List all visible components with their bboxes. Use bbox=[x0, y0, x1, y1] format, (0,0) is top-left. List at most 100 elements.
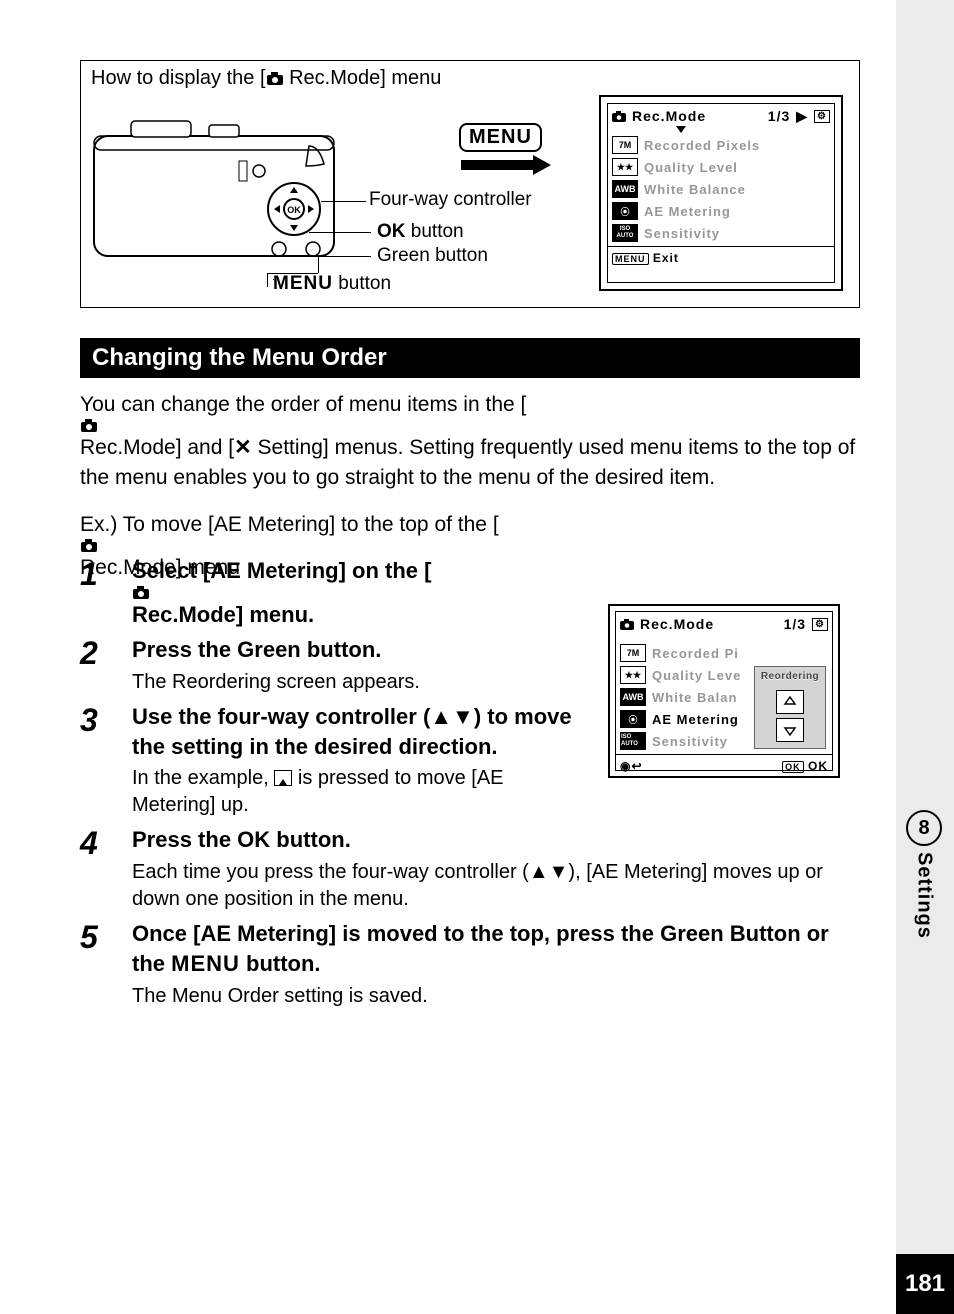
arrow-right-icon bbox=[461, 153, 551, 177]
lcd-item-icon: ★★ bbox=[612, 158, 638, 176]
reorder-popup-title: Reordering bbox=[757, 669, 823, 686]
example-text: Ex.) To move [AE Metering] to the top of… bbox=[80, 513, 499, 536]
lcd-item-label: Quality Leve bbox=[652, 668, 741, 683]
page-number: 181 bbox=[896, 1254, 954, 1314]
green-button-icon: ◉↩ bbox=[620, 759, 643, 773]
svg-text:OK: OK bbox=[287, 205, 301, 215]
pointer-line bbox=[309, 232, 371, 233]
lcd-page-indicator: 1/3 bbox=[784, 616, 806, 632]
lcd-header: Rec.Mode 1/3 ▶ ⚙ bbox=[608, 104, 834, 128]
camera-icon bbox=[132, 586, 860, 600]
lcd-item-label: Recorded Pixels bbox=[644, 138, 760, 153]
pointer-line bbox=[267, 273, 318, 274]
camera-icon bbox=[80, 419, 860, 433]
lcd-item-icon: ★★ bbox=[620, 666, 646, 684]
step-heading: Press the Green button. bbox=[132, 635, 592, 665]
chapter-tab: 8 Settings bbox=[906, 810, 942, 939]
lcd-item-label: Sensitivity bbox=[652, 734, 728, 749]
camera-icon bbox=[612, 111, 626, 122]
howto-title-suffix: Rec.Mode] menu bbox=[284, 67, 442, 89]
step-number: 4 bbox=[80, 825, 132, 913]
lcd-title: Rec.Mode bbox=[640, 616, 714, 632]
howto-box: How to display the [ Rec.Mode] menu OK bbox=[80, 60, 860, 308]
lcd-body: 7MRecorded Pixels ★★Quality Level AWBWhi… bbox=[608, 128, 834, 246]
step-note: The Menu Order setting is saved. bbox=[132, 983, 860, 1010]
intro-text: Rec.Mode] and [ bbox=[80, 436, 234, 459]
lcd-item-icon: ⦿ bbox=[620, 710, 646, 728]
up-key-icon bbox=[274, 770, 292, 786]
step-note-text: In the example, bbox=[132, 767, 274, 789]
step-number: 5 bbox=[80, 919, 132, 1009]
lcd-header: Rec.Mode 1/3 ⚙ bbox=[616, 612, 832, 636]
menu-button-suffix: button bbox=[333, 273, 391, 294]
label-menu-button: MENU button bbox=[273, 273, 391, 295]
menu-badge: MENU bbox=[459, 123, 542, 152]
step-note: The Reordering screen appears. bbox=[132, 669, 592, 696]
lcd-footer: ◉↩ OK OK bbox=[616, 754, 832, 777]
camera-icon bbox=[620, 619, 634, 630]
page-edge-band bbox=[896, 0, 954, 1314]
pointer-line bbox=[321, 201, 366, 202]
lcd-item-icon: ISO AUTO bbox=[620, 732, 646, 750]
howto-title-prefix: How to display the [ bbox=[91, 67, 266, 89]
move-up-button bbox=[776, 690, 804, 714]
step-head-text: Rec.Mode] menu. bbox=[132, 602, 314, 627]
step-number: 2 bbox=[80, 635, 132, 696]
step-4: 4 Press the OK button. Each time you pre… bbox=[80, 825, 860, 913]
lcd-item-label: Sensitivity bbox=[644, 226, 720, 241]
menu-button-strong: MENU bbox=[273, 273, 333, 294]
lcd-item-icon: 7M bbox=[620, 644, 646, 662]
step-heading: Once [AE Metering] is moved to the top, … bbox=[132, 919, 860, 978]
lcd-item-icon: 7M bbox=[612, 136, 638, 154]
lcd-item-icon: ⦿ bbox=[612, 202, 638, 220]
step-head-text: button. bbox=[240, 951, 321, 976]
step-note: Each time you press the four-way control… bbox=[132, 859, 860, 913]
intro-text: You can change the order of menu items i… bbox=[80, 393, 526, 416]
step-5: 5 Once [AE Metering] is moved to the top… bbox=[80, 919, 860, 1009]
lcd-page-indicator: 1/3 bbox=[768, 108, 790, 124]
reorder-popup: Reordering bbox=[754, 666, 826, 749]
section-heading: Changing the Menu Order bbox=[80, 338, 860, 378]
ok-button-strong: OK bbox=[237, 827, 270, 852]
step-head-text: Select [AE Metering] on the [ bbox=[132, 558, 431, 583]
label-four-way-controller: Four-way controller bbox=[369, 189, 532, 211]
lcd-ok-label: OK bbox=[808, 759, 828, 773]
step-heading: Use the four-way controller (▲▼) to move… bbox=[132, 702, 592, 761]
camera-icon bbox=[266, 72, 284, 86]
ok-button-suffix: button bbox=[406, 221, 464, 242]
lcd-body: 7MRecorded Pi ★★Quality Leve AWBWhite Ba… bbox=[616, 636, 832, 754]
lcd-exit-label: Exit bbox=[653, 251, 679, 265]
menu-pill: MENU bbox=[612, 253, 649, 265]
ok-button-strong: OK bbox=[377, 221, 406, 242]
label-ok-button: OK button bbox=[377, 221, 464, 243]
camera-icon bbox=[80, 539, 860, 553]
pointer-line bbox=[291, 256, 371, 257]
lcd-item-label: Quality Level bbox=[644, 160, 738, 175]
settings-tab-icon: ⚙ bbox=[814, 110, 830, 123]
lcd-title: Rec.Mode bbox=[632, 108, 706, 124]
step-heading: Press the OK button. bbox=[132, 825, 860, 855]
chapter-label: Settings bbox=[913, 852, 936, 939]
settings-tab-icon: ⚙ bbox=[812, 618, 828, 631]
pointer-line bbox=[318, 257, 319, 273]
chevron-down-icon bbox=[676, 126, 686, 133]
chevron-right-icon: ▶ bbox=[796, 108, 808, 125]
wrench-icon: ✕ bbox=[234, 436, 252, 459]
lcd-footer: MENU Exit bbox=[608, 246, 834, 269]
label-green-button: Green button bbox=[377, 245, 488, 267]
chapter-number: 8 bbox=[906, 810, 942, 846]
lcd-screen-recmode-inner: Rec.Mode 1/3 ▶ ⚙ 7M Recorded Pixels ★★ Qua… bbox=[607, 103, 835, 283]
lcd-item-label: AE Metering bbox=[644, 204, 731, 219]
lcd-item-icon: ISO AUTO bbox=[612, 224, 638, 242]
lcd-item-icon: AWB bbox=[612, 180, 638, 198]
menu-button-strong: MENU bbox=[171, 951, 240, 976]
step-note: In the example, is pressed to move [AE M… bbox=[132, 765, 592, 819]
pointer-line bbox=[267, 273, 268, 287]
intro-paragraph: You can change the order of menu items i… bbox=[80, 390, 860, 492]
step-head-text: Press the bbox=[132, 827, 237, 852]
ok-pill: OK bbox=[782, 761, 804, 773]
howto-title: How to display the [ Rec.Mode] menu bbox=[91, 67, 849, 90]
move-down-button bbox=[776, 718, 804, 742]
lcd-item-label: White Balan bbox=[652, 690, 737, 705]
step-number: 1 bbox=[80, 556, 132, 629]
